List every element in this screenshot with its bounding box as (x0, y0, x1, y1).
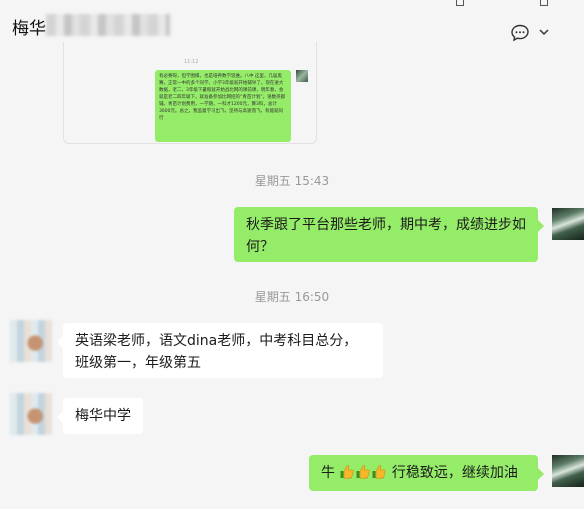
window-control-icon[interactable] (540, 0, 548, 6)
message-text-suffix: 行稳致远，继续加油 (391, 465, 518, 481)
chevron-down-icon[interactable] (538, 26, 550, 38)
forwarded-screenshot-image[interactable]: 11:12 有必要呀，但学围棋，也是培养数学思维。八中 这里，几届奥赛，正常一中… (63, 42, 317, 144)
message-text: 秋季跟了平台那些老师，期中考，成绩进步如何？ (246, 217, 526, 255)
message-timestamp: 星期五 15:43 (254, 174, 330, 188)
contact-message-bubble[interactable]: 英语梁老师，语文dina老师，中考科目总分，班级第一，年级第五 (57, 323, 383, 378)
message-text-prefix: 牛 (321, 465, 335, 481)
window-control-icon[interactable] (456, 0, 464, 6)
my-avatar[interactable] (552, 208, 584, 240)
my-message-bubble[interactable]: 牛 行稳致远，继续加油 (309, 455, 544, 491)
contact-name[interactable]: 梅华 (12, 14, 46, 39)
thumbs-up-icon (356, 465, 371, 479)
my-avatar[interactable] (552, 455, 584, 487)
screenshot-message-bubble: 有必要呀，但学围棋，也是培养数学思维。八中 这里，几届奥赛，正常一中的多个同学，… (155, 70, 291, 142)
thumbs-up-icon (372, 465, 387, 479)
contact-message-bubble[interactable]: 梅华中学 (57, 398, 143, 434)
screenshot-avatar (296, 70, 308, 82)
my-message-bubble[interactable]: 秋季跟了平台那些老师，期中考，成绩进步如何？ (234, 207, 544, 262)
contact-avatar[interactable] (10, 320, 52, 362)
screenshot-time: 11:12 (184, 59, 199, 65)
message-timestamp: 星期五 16:50 (254, 290, 330, 304)
message-text: 梅华中学 (75, 408, 131, 424)
message-text: 英语梁老师，语文dina老师，中考科目总分，班级第一，年级第五 (75, 333, 358, 371)
contact-avatar[interactable] (10, 393, 52, 435)
thumbs-up-icon (340, 465, 355, 479)
more-options-icon[interactable] (510, 23, 530, 43)
blurred-name-region (46, 14, 170, 36)
